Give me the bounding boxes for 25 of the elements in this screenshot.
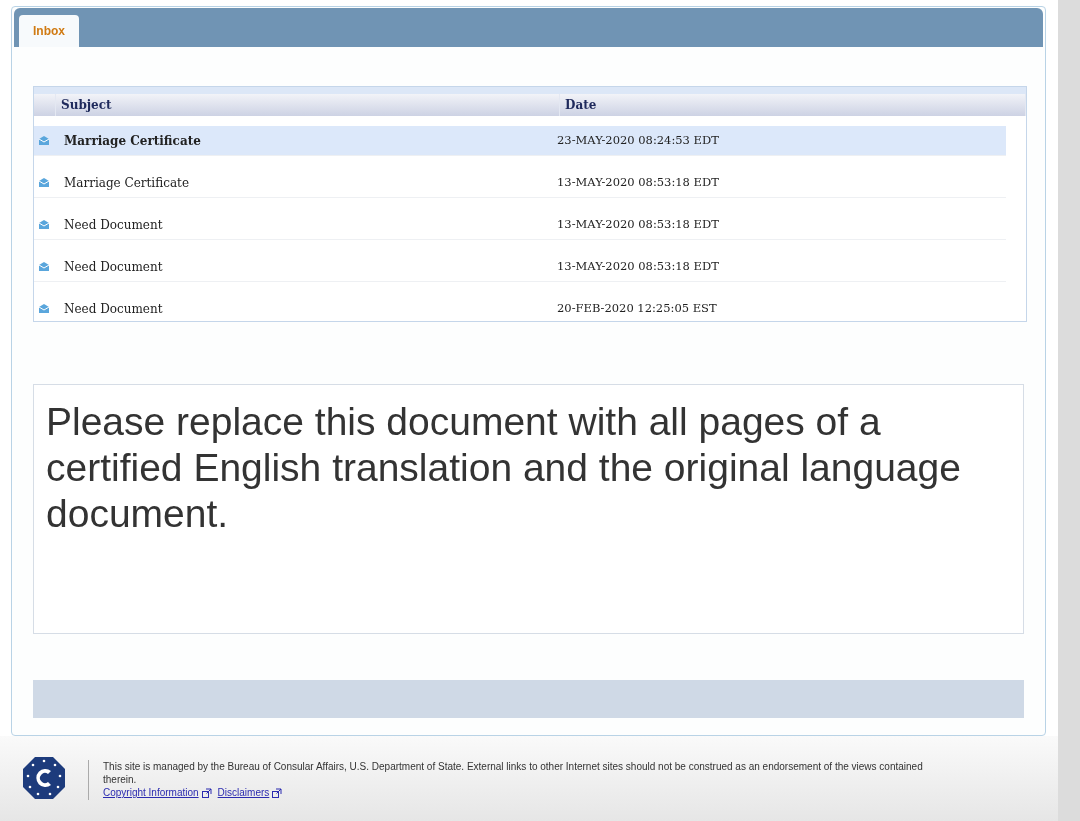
subject-cell-text: Need Document [64, 258, 164, 276]
subject-cell-text: Need Document [64, 216, 164, 234]
date-cell-text: 23-MAY-2020 08:24:53 EDT [557, 131, 719, 149]
date-cell-text: 13-MAY-2020 08:53:18 EDT [557, 173, 719, 191]
subject-cell-text: Need Document [64, 300, 164, 318]
subject-cell-text: Marriage Certificate [64, 132, 202, 150]
date-cell-text: 13-MAY-2020 08:53:18 EDT [557, 257, 719, 275]
envelope-icon [38, 135, 50, 146]
envelope-icon [38, 303, 50, 314]
footer-notice: This site is managed by the Bureau of Consular Affairs, U.S. Department of State. External links to other Internet sites should not be construed as an endorsement of the views contained therein. [103, 760, 924, 786]
envelope-icon [38, 177, 50, 188]
external-link-icon [272, 787, 283, 798]
date-cell-text: 13-MAY-2020 08:53:18 EDT [557, 215, 719, 233]
external-link-icon [201, 787, 212, 798]
footer-link[interactable]: Disclaimers [217, 786, 283, 799]
seal-logo-icon [22, 756, 66, 800]
date-cell-text: 20-FEB-2020 12:25:05 EST [557, 299, 717, 317]
column-header[interactable]: Date [560, 94, 1026, 116]
envelope-icon [38, 261, 50, 272]
subject-cell-text: Marriage Certificate [64, 174, 190, 192]
envelope-icon [38, 219, 50, 230]
message-text: Please replace this document with all pages of a certified English translation and the original language document. [46, 399, 962, 537]
message-row[interactable]: Marriage Certificate 23-MAY-2020 08:24:53 EDT [34, 126, 1006, 156]
column-header[interactable]: Subject [56, 94, 560, 116]
footer-link[interactable]: Copyright Information [103, 786, 212, 799]
